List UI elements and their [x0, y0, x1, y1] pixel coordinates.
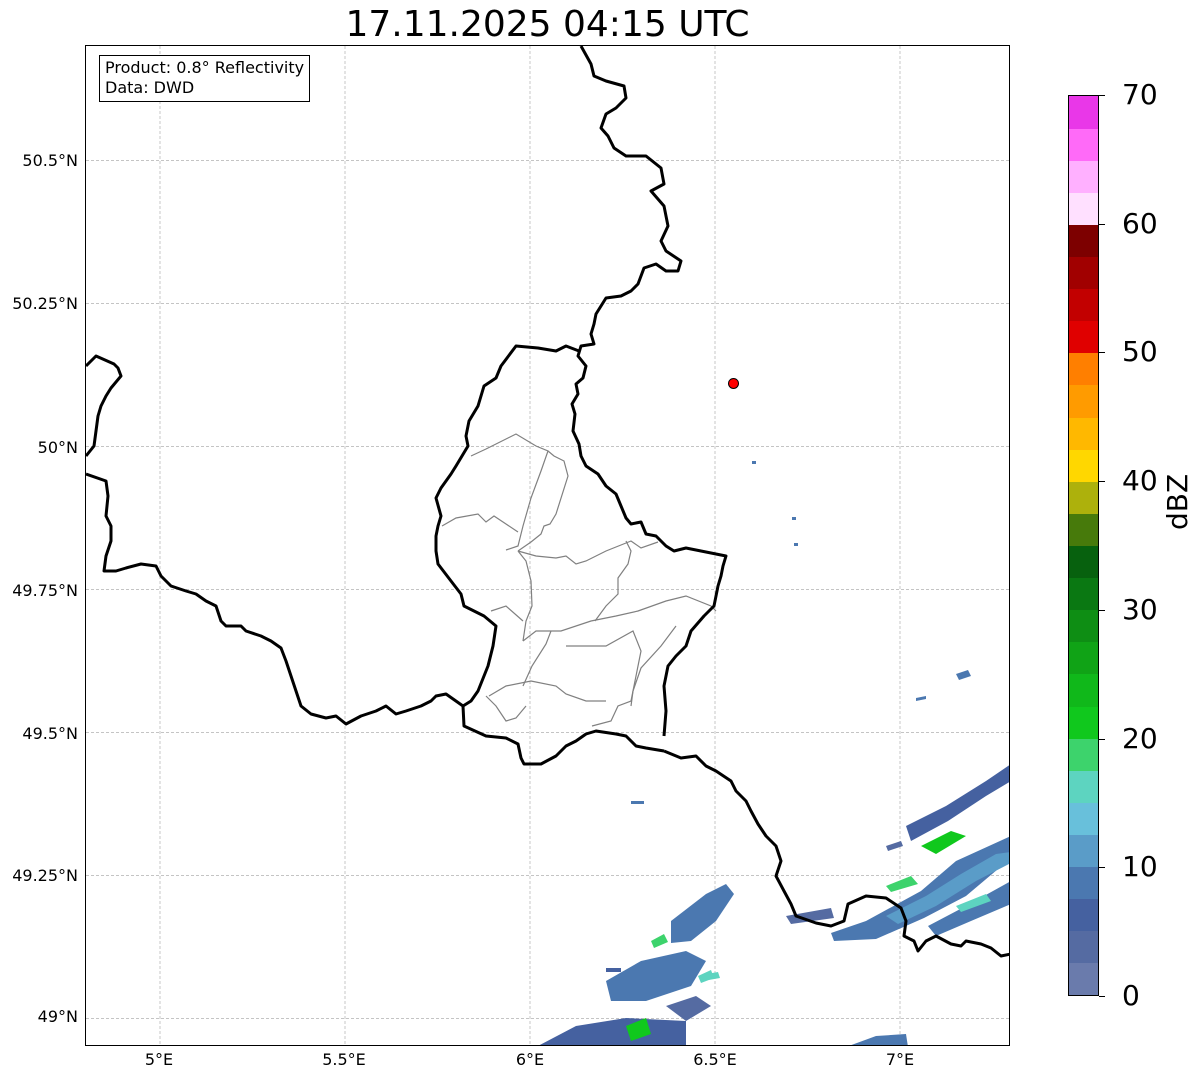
colorbar — [1068, 95, 1099, 996]
colorbar-band — [1069, 706, 1098, 739]
echo-cluster-south-2 — [606, 951, 706, 1001]
lon-label: 6°E — [515, 1050, 545, 1069]
colorbar-band — [1069, 192, 1098, 225]
lon-label: 7°E — [885, 1050, 915, 1069]
colorbar-tick-label: 70 — [1122, 78, 1158, 111]
colorbar-tick-label: 10 — [1122, 850, 1158, 884]
echo-small-6 — [794, 543, 798, 546]
colorbar-band — [1069, 673, 1098, 707]
lat-label: 50°N — [37, 438, 78, 457]
colorbar-tick — [1099, 352, 1105, 354]
data-source-label: Data: DWD — [105, 78, 195, 97]
colorbar-band — [1069, 609, 1098, 643]
colorbar-band — [1069, 128, 1098, 161]
echo-core-green-2 — [886, 876, 918, 892]
echo-small-2 — [606, 968, 621, 972]
lat-label: 50.5°N — [22, 151, 78, 170]
echo-cluster-south-3 — [539, 1018, 686, 1045]
product-info-box: Product: 0.8° Reflectivity Data: DWD — [99, 55, 311, 102]
border-luxembourg-west — [434, 344, 580, 708]
lon-label: 6.5°E — [693, 1050, 737, 1069]
colorbar-tick-label: 40 — [1122, 464, 1158, 498]
echo-small-5 — [752, 461, 756, 464]
colorbar-band — [1069, 834, 1098, 868]
lat-label: 49.5°N — [22, 724, 78, 743]
colorbar-band — [1069, 738, 1098, 771]
echo-band-northeast — [906, 765, 1009, 841]
echo-small-1 — [631, 801, 644, 804]
colorbar-tick-label: 60 — [1122, 206, 1158, 240]
colorbar-band — [1069, 481, 1098, 514]
colorbar-band — [1069, 96, 1098, 129]
colorbar-band — [1069, 898, 1098, 932]
colorbar-tick-label: 30 — [1122, 592, 1158, 626]
colorbar-tick-label: 50 — [1122, 335, 1158, 369]
colorbar-band — [1069, 930, 1098, 964]
colorbar-tick-label: 0 — [1122, 979, 1140, 1012]
colorbar-tick — [1099, 996, 1105, 997]
echo-cell-south-east — [851, 1034, 908, 1045]
colorbar-tick — [1099, 867, 1105, 869]
colorbar-band — [1069, 160, 1098, 193]
lat-label: 49°N — [37, 1007, 78, 1026]
country-borders — [86, 46, 1009, 958]
colorbar-band — [1069, 288, 1098, 322]
colorbar-band — [1069, 802, 1098, 835]
echo-band-east — [831, 836, 1009, 941]
echo-core-green-1 — [921, 831, 966, 854]
lat-label: 50.25°N — [12, 294, 78, 313]
echo-small-3 — [956, 670, 971, 680]
colorbar-band — [1069, 352, 1098, 386]
colorbar-band — [1069, 577, 1098, 611]
colorbar-band — [1069, 866, 1098, 900]
echo-cluster-south-4 — [666, 996, 711, 1021]
colorbar-tick — [1099, 481, 1105, 483]
colorbar-tick-label: 20 — [1122, 721, 1158, 755]
echo-core-south-2 — [651, 934, 668, 948]
radar-site-marker[interactable] — [728, 377, 739, 389]
colorbar-tick — [1099, 738, 1105, 740]
lat-label: 49.25°N — [12, 866, 78, 885]
map-canvas — [86, 46, 1009, 1045]
border-luxembourg-south — [461, 705, 665, 766]
colorbar-band — [1069, 256, 1098, 290]
colorbar-band — [1069, 513, 1098, 546]
lon-label: 5°E — [144, 1050, 174, 1069]
colorbar-band — [1069, 224, 1098, 258]
colorbar-band — [1069, 384, 1098, 418]
echo-small-7 — [792, 517, 796, 520]
colorbar-band — [1069, 449, 1098, 482]
lon-label: 5.5°E — [322, 1050, 366, 1069]
colorbar-band — [1069, 962, 1098, 996]
radar-map[interactable]: Product: 0.8° Reflectivity Data: DWD — [85, 45, 1010, 1046]
colorbar-band — [1069, 417, 1098, 450]
reflectivity-echoes — [539, 461, 1009, 1045]
border-germany-belgium — [570, 46, 728, 737]
colorbar-band — [1069, 320, 1098, 354]
echo-small-4 — [916, 696, 926, 701]
echo-cluster-south-1 — [671, 884, 734, 943]
echo-streak-2 — [886, 841, 903, 851]
colorbar-band — [1069, 641, 1098, 675]
border-belgium-france-north — [86, 354, 123, 457]
colorbar-band — [1069, 545, 1098, 579]
colorbar-band — [1069, 770, 1098, 803]
colorbar-unit-label: dBZ — [1161, 473, 1194, 530]
radar-site-dot[interactable] — [728, 377, 739, 389]
colorbar-tick — [1099, 609, 1105, 611]
lat-label: 49.75°N — [12, 581, 78, 600]
colorbar-tick — [1099, 95, 1105, 96]
map-title: 17.11.2025 04:15 UTC — [345, 4, 750, 45]
colorbar-tick — [1099, 223, 1105, 225]
border-belgium-france — [86, 472, 464, 726]
product-label: Product: 0.8° Reflectivity — [105, 58, 305, 77]
